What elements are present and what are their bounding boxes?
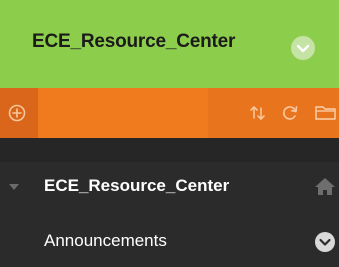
- announcements-menu-button[interactable]: [315, 232, 335, 252]
- course-title[interactable]: ECE_Resource_Center: [32, 31, 235, 53]
- course-menu-button[interactable]: [291, 36, 315, 60]
- toolbar-search-field[interactable]: [38, 88, 208, 138]
- add-icon: [8, 104, 26, 122]
- course-header: ECE_Resource_Center: [0, 0, 339, 88]
- toolbar: [0, 88, 339, 138]
- nav-course-link[interactable]: ECE_Resource_Center: [44, 176, 229, 196]
- course-nav: ECE_Resource_Center Announcements: [0, 138, 339, 267]
- nav-item-announcements[interactable]: Announcements: [44, 231, 167, 251]
- chevron-down-icon: [296, 44, 310, 53]
- add-button[interactable]: [0, 88, 38, 138]
- folder-icon[interactable]: [314, 103, 338, 123]
- nav-top-strip: [0, 138, 339, 162]
- refresh-icon[interactable]: [280, 103, 300, 123]
- sort-icon[interactable]: [248, 103, 268, 123]
- chevron-down-icon: [319, 238, 331, 246]
- caret-down-icon[interactable]: [8, 182, 20, 192]
- home-icon[interactable]: [314, 176, 336, 196]
